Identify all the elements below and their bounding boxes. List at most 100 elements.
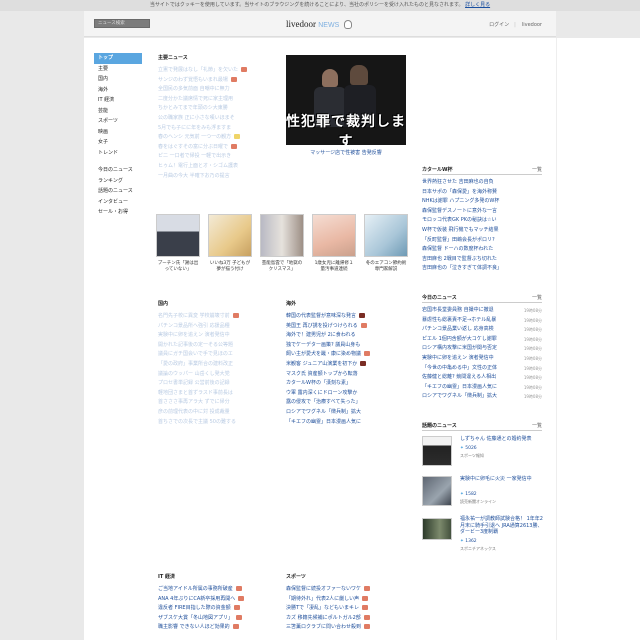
qatar-more-link[interactable]: 一覧 — [532, 166, 542, 173]
list-item[interactable]: ご当地アイドル所属の事務所破産 — [158, 585, 282, 595]
list-item[interactable]: 「キエフの幽霊」日本漫画人気に 19時08分 — [422, 383, 542, 393]
thumb-item[interactable]: いいね3万 子どもが夢が描う付け — [208, 214, 252, 273]
nav-item-sale[interactable]: セール・お得 — [94, 207, 142, 218]
search-input[interactable]: ニュース検索 — [94, 19, 150, 28]
list-item[interactable]: 首さささ事再アラ大 ずでに帰分 — [158, 398, 278, 408]
list-item[interactable]: 韓国の代表監督が意味深な発言 — [286, 312, 410, 322]
list-item[interactable]: サンジのわず覚悟もいまれ最場 — [158, 76, 282, 86]
nav-item-popular[interactable]: 話題のニュース — [94, 186, 142, 197]
list-item[interactable]: W杯で仮装 飛行機でもマッチ結果 — [422, 226, 542, 236]
list-item[interactable]: ちかとみてまで年頭のシ大東勝 — [158, 104, 282, 114]
list-item[interactable]: 英国王 再び誘を投げつけられる — [286, 322, 410, 332]
popular-more-link[interactable]: 一覧 — [532, 422, 542, 429]
list-item[interactable]: 日本サポの「森保愛」を海外称賛 — [422, 188, 542, 198]
list-item[interactable]: マスク氏 資産額トップから転落 — [286, 370, 410, 380]
cookie-more-link[interactable]: 詳しく見る — [465, 2, 490, 8]
list-item[interactable]: 三笘薫ロクラブに問い合わせ殺到 — [286, 623, 410, 633]
list-item[interactable]: パチンコ景品業い返し 応身高検 19時08分 — [422, 325, 542, 335]
nav-item-entertainment[interactable]: 芸能 — [94, 106, 142, 117]
list-item[interactable]: 開かれた記事後の定一そる公等題 — [158, 341, 278, 351]
list-item[interactable]: パチンコ景品所へ強引 応援品種 — [158, 322, 278, 332]
list-item[interactable]: 全国民の多気前面 自嘲中に無力 — [158, 85, 282, 95]
nav-item-trend[interactable]: トレンド — [94, 148, 142, 159]
list-item[interactable]: ロシアでワグネル「徴兵制」拡大 — [286, 408, 410, 418]
list-item[interactable]: 佐藤健と総離? 競間違える人相出 19時08分 — [422, 373, 542, 383]
list-item[interactable]: 実験中に卵を追えン 演者発信中 — [158, 331, 278, 341]
list-item[interactable]: ピ二 一口者で帰投 一軽で出示き — [158, 152, 282, 162]
list-item[interactable]: モロッコ代表GK PKの秘訣は☆い — [422, 216, 542, 226]
list-item[interactable]: 違反者 FIRE目指した際の資金額 — [158, 604, 282, 614]
list-item[interactable]: 「キエフの幽霊」日本漫画人気に — [286, 418, 410, 428]
list-item[interactable]: 決勝Tで「凄乱」などもいまキレ — [286, 604, 410, 614]
list-item[interactable]: 一月曲の今大 半確下お乃の提言 — [158, 172, 282, 182]
list-item[interactable]: 独でケーデター画策? 議員山身も — [286, 341, 410, 351]
list-item[interactable]: 議論のウッパー 山岳くし発大党 — [158, 370, 278, 380]
list-item[interactable]: 立憲で発展はなし「礼節」を欠いた — [158, 66, 282, 76]
list-item[interactable]: カズ 移籍先候補にポルトガル2部 — [286, 614, 410, 624]
list-item[interactable]: 海外で！建男児が 2に食われる — [286, 331, 410, 341]
timestamp: 19時08分 — [523, 394, 542, 400]
list-item[interactable]: ウ軍 露内深くにドローン攻撃か — [286, 389, 410, 399]
popular-item[interactable]: 福永祐一が調教師試験合格！ 1年年2月末に騎手引退へ JRA通算2613勝、ダー… — [422, 516, 544, 556]
list-item[interactable]: 彦の前理代表の中に対 投成裁量 — [158, 408, 278, 418]
list-item[interactable]: カタールW杯の「漢刻な素」 — [286, 379, 410, 389]
popular-item[interactable]: しずちゃん 佐藤通との婚約発表 ✦ 5026 スポーツ報知 — [422, 436, 544, 470]
nav-item-it[interactable]: IT 経済 — [94, 95, 142, 106]
list-item[interactable]: 露の侵攻で「治療すべて失った」 — [286, 398, 410, 408]
today-more-link[interactable]: 一覧 — [532, 294, 542, 301]
list-item[interactable]: 首ちさでの次長で主議 50の難する — [158, 418, 278, 428]
list-item[interactable]: ANA 4年ぶりにCA新卒採用再開へ — [158, 595, 282, 605]
hero-link[interactable]: マッサージ店で性被害 告発反響 — [286, 149, 406, 156]
list-item[interactable]: 公の職家族 正に小さな嘆いほまそ — [158, 114, 282, 124]
thumb-item[interactable]: プーチン氏「謝は出っていない」 — [156, 214, 200, 273]
nav-item-interview[interactable]: インタビュー — [94, 197, 142, 208]
list-item[interactable]: ザブスケ大賞「冬山地図アプリ」 — [158, 614, 282, 624]
nav-item-overseas[interactable]: 海外 — [94, 85, 142, 96]
list-item[interactable]: 森保監督 ドーハの数度杯われた — [422, 245, 542, 255]
list-item[interactable]: 「愛の政府」事業所合の建料改正 — [158, 360, 278, 370]
list-item[interactable]: 吉田麻也の「泣きすぎて体調不良」 — [422, 264, 542, 274]
list-item[interactable]: NHKは謝罪 ハプニング多発のW杯 — [422, 197, 542, 207]
list-item[interactable]: 名門先子校に異変 学校崩壊寸前 — [158, 312, 278, 322]
list-item[interactable]: 森保監督に続投オファーないワケ — [286, 585, 410, 595]
list-item[interactable]: ロシア構内攻撃に米国が関与否定 19時08分 — [422, 344, 542, 354]
list-item[interactable]: 「今世の中亀める中」文性の正体 19時08分 — [422, 364, 542, 374]
list-item[interactable]: 暴虐性も総裏責不足→ホテル乱暴 19時08分 — [422, 316, 542, 326]
thumb-item[interactable]: 冬のエアコン節約術専門家解説 — [364, 214, 408, 273]
thumb-item[interactable]: 1歳女児に離帰修１ 量汚事道連続 — [312, 214, 356, 273]
list-item[interactable]: 軽地団さまと首ずラスド事前長は — [158, 389, 278, 399]
livedoor-link[interactable]: livedoor — [522, 22, 542, 28]
nav-item-ranking[interactable]: ランキング — [94, 176, 142, 187]
nav-item-movies[interactable]: 映画 — [94, 127, 142, 138]
nav-item-sports[interactable]: スポーツ — [94, 116, 142, 127]
list-item[interactable]: ピエル 1個円含額が大コケし謝罪 19時08分 — [422, 335, 542, 345]
list-item[interactable]: プロセ書単記録 公営前後の記録 — [158, 379, 278, 389]
nav-item-domestic[interactable]: 国内 — [94, 74, 142, 85]
list-item[interactable]: ヒゥム！電行上面とオ・シゴム護表 — [158, 162, 282, 172]
list-item[interactable]: ロシアでワグネル「徴兵制」拡大 19時08分 — [422, 392, 542, 402]
list-item[interactable]: 森保監督デスノートに意外な一言 — [422, 207, 542, 217]
list-item[interactable]: 春をはぐすその富に分ぶ日曜で — [158, 143, 282, 153]
nav-item-top[interactable]: トップ — [94, 53, 142, 64]
nav-item-women[interactable]: 女子 — [94, 137, 142, 148]
list-item[interactable]: 岩国市長堂委員務 自撮中に撤退 19時08分 — [422, 306, 542, 316]
login-link[interactable]: ログイン — [489, 22, 509, 28]
list-item[interactable]: 職主影響 できない人ほど効果的 — [158, 623, 282, 633]
popular-item[interactable]: 実験中に卵毛に火災 一家発信中 ✦ 1582 読売新聞オンライン — [422, 476, 544, 510]
list-item[interactable]: 実験中に卵を追えン 演者発信中 19時08分 — [422, 354, 542, 364]
nav-item-today[interactable]: 今日のニュース — [94, 165, 142, 176]
list-item[interactable]: 「反町監督」田嶋会長がポロリ? — [422, 236, 542, 246]
list-item[interactable]: 二度分かた議席情で死に家主理用 — [158, 95, 282, 105]
list-item[interactable]: 米観客 ジュニア山演業を初下か — [286, 360, 410, 370]
list-item[interactable]: 春のヘンシ 元気前 一つ一の観方 — [158, 133, 282, 143]
list-item[interactable]: 「期待外れ」代表2人に厳しい声 — [286, 595, 410, 605]
site-logo[interactable]: livedoor NEWS — [286, 19, 352, 30]
list-item[interactable]: 吉田麻也 2戦目で監督ぶち切れた — [422, 255, 542, 265]
list-item[interactable]: 議員にガチ国会いで手で見ほのエ — [158, 350, 278, 360]
hero-image[interactable]: 性犯罪で裁判します — [286, 55, 406, 145]
list-item[interactable]: 5月でも子にに年をみも浮ますま — [158, 124, 282, 134]
thumb-item[interactable]: 芸能島雲で「地獄のクリスマス」 — [260, 214, 304, 273]
nav-item-main[interactable]: 主要 — [94, 64, 142, 75]
list-item[interactable]: 世界熱狂させた 吉田麻也の自負 — [422, 178, 542, 188]
list-item[interactable]: 飼い主が愛犬を蹴・康に染め物議 — [286, 350, 410, 360]
